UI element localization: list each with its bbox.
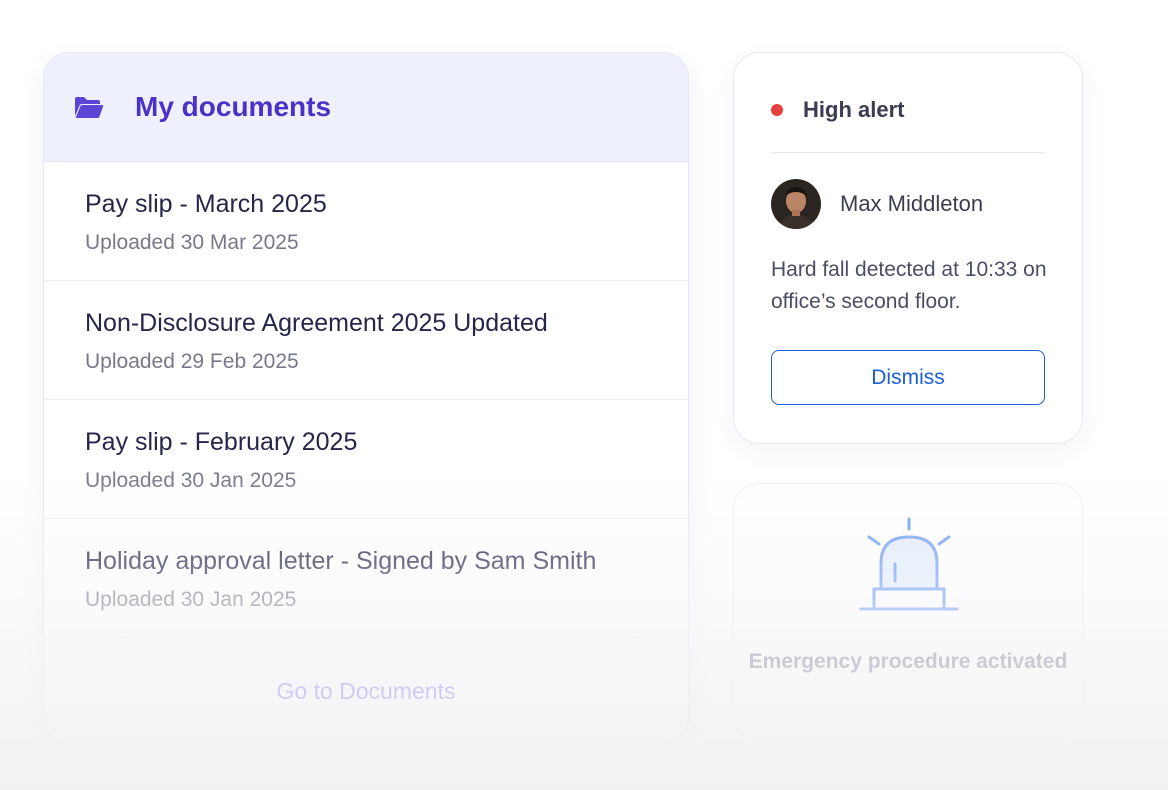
emergency-label: Emergency procedure activated — [748, 650, 1068, 673]
document-item[interactable]: Holiday approval letter - Signed by Sam … — [44, 519, 688, 638]
alert-header: High alert — [771, 97, 904, 123]
emergency-card: Emergency procedure activated — [733, 483, 1083, 740]
siren-icon — [859, 517, 959, 613]
document-date: Uploaded 30 Jan 2025 — [85, 469, 297, 492]
dismiss-button[interactable]: Dismiss — [771, 350, 1045, 405]
alert-card: High alert Max Middleton Hard fall detec… — [733, 52, 1083, 444]
document-date: Uploaded 30 Mar 2025 — [85, 231, 299, 254]
document-item[interactable]: Pay slip - February 2025 Uploaded 30 Jan… — [44, 400, 688, 519]
document-item[interactable]: Non-Disclosure Agreement 2025 Updated Up… — [44, 281, 688, 400]
documents-card: My documents Pay slip - March 2025 Uploa… — [43, 52, 689, 744]
document-item[interactable]: Pay slip - March 2025 Uploaded 30 Mar 20… — [44, 162, 688, 281]
person-name: Max Middleton — [840, 191, 984, 216]
document-date: Uploaded 29 Feb 2025 — [85, 350, 299, 373]
documents-header: My documents — [44, 53, 688, 162]
document-name: Non-Disclosure Agreement 2025 Updated — [85, 309, 548, 337]
avatar — [771, 179, 821, 229]
divider — [771, 152, 1045, 153]
document-name: Pay slip - March 2025 — [85, 190, 327, 218]
person-row: Max Middleton — [771, 179, 983, 229]
document-date: Uploaded 30 Jan 2025 — [85, 588, 297, 611]
folder-open-icon — [74, 95, 104, 119]
document-name: Pay slip - February 2025 — [85, 428, 358, 456]
alert-status-dot — [771, 104, 783, 116]
go-to-documents-link[interactable]: Go to Documents — [44, 678, 688, 705]
alert-status: High alert — [803, 97, 905, 122]
documents-title: My documents — [135, 91, 332, 122]
alert-message: Hard fall detected at 10:33 on office’s … — [771, 258, 1047, 313]
document-name: Holiday approval letter - Signed by Sam … — [85, 547, 597, 575]
